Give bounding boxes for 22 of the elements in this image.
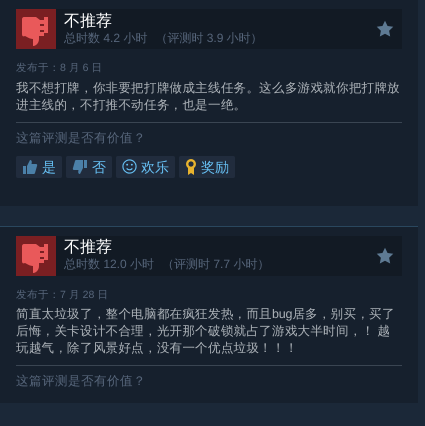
vote-button[interactable]: 奖励: [179, 156, 235, 178]
review-hours: （评测时 3.9 小时）: [155, 30, 263, 46]
review-verdict: 不推荐: [64, 239, 113, 257]
thumb-down-icon: [72, 158, 88, 174]
smiley-icon: [122, 159, 137, 174]
award-ribbon-icon: [185, 158, 197, 175]
review-text: 简直太垃圾了，整个电脑都在疯狂发热，而且bug居多，别买，买了后悔，关卡设计不合理，光开那个破锁就占了游戏大半时间，！ 越玩越气，除了风景好点，没有一个优点垃圾！！！: [16, 306, 396, 358]
review-text: 我不想打牌，你非要把打牌做成主线任务。这么多游戏就你把打牌放进主线的，不打推不动任务，也是一绝。: [16, 80, 402, 114]
vote-button[interactable]: 欢乐: [116, 156, 175, 178]
total-hours: 总时数 4.2 小时: [64, 30, 148, 46]
posted-date: 发布于：8 月 6 日: [16, 61, 104, 76]
review-verdict: 不推荐: [64, 12, 113, 30]
thumb-up-icon: [22, 158, 38, 174]
total-hours: 总时数 12.0 小时: [64, 257, 154, 272]
helpful-question: 这篇评测是否有价值？: [16, 373, 147, 390]
vote-button[interactable]: 否: [66, 156, 112, 178]
helpful-question: 这篇评测是否有价值？: [16, 130, 147, 147]
review-hours: （评测时 7.7 小时）: [162, 257, 270, 272]
star-icon[interactable]: [376, 246, 394, 264]
posted-date: 发布于：7 月 28 日: [16, 288, 110, 302]
star-icon[interactable]: [376, 20, 394, 38]
vote-button[interactable]: 是: [16, 156, 62, 178]
